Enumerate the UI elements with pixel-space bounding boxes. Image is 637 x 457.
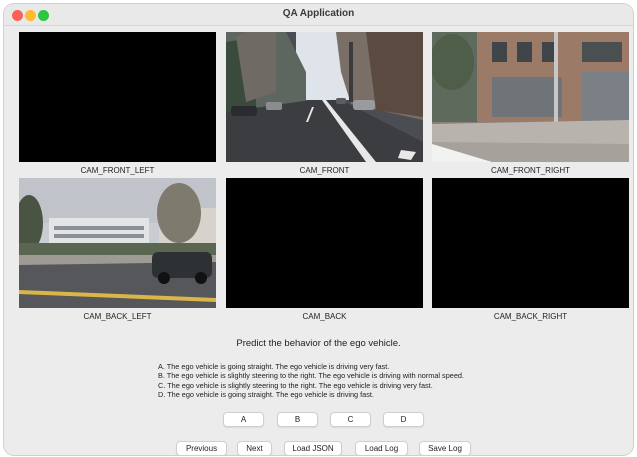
option-b-text: B. The ego vehicle is slightly steering …: [158, 371, 464, 381]
answer-c-button[interactable]: C: [330, 412, 371, 427]
next-button[interactable]: Next: [237, 441, 272, 455]
app-window: QA Application CAM_FRONT_LEFT CAM_FRONT: [4, 4, 633, 455]
cam-back-right-label: CAM_BACK_RIGHT: [493, 312, 568, 321]
cam-back-left-image: [19, 178, 216, 308]
option-c-text: C. The ego vehicle is slightly steering …: [158, 380, 433, 390]
cam-front-left-label: CAM_FRONT_LEFT: [80, 166, 155, 175]
option-a-text: A. The ego vehicle is going straight. Th…: [158, 362, 390, 371]
options-list: A. The ego vehicle is going straight. Th…: [158, 362, 464, 400]
cam-back-image: [226, 178, 423, 308]
cam-front-right-label: CAM_FRONT_RIGHT: [490, 166, 571, 175]
cam-front-label: CAM_FRONT: [299, 166, 350, 175]
cam-back-label: CAM_BACK: [302, 312, 347, 321]
answer-a-button[interactable]: A: [223, 412, 264, 427]
cam-front-left-image: [19, 32, 216, 162]
window-title: QA Application: [282, 8, 355, 19]
cam-front-right-image: [432, 32, 629, 162]
cam-front-image: [226, 32, 423, 162]
cam-back-left-label: CAM_BACK_LEFT: [83, 312, 152, 321]
load-json-button[interactable]: Load JSON: [284, 441, 342, 455]
question-text: Predict the behavior of the ego vehicle.: [236, 338, 401, 349]
answer-b-button[interactable]: B: [277, 412, 318, 427]
cam-back-right-image: [432, 178, 629, 308]
load-log-button[interactable]: Load Log: [355, 441, 408, 455]
save-log-button[interactable]: Save Log: [419, 441, 471, 455]
option-d-text: D. The ego vehicle is going straight. Th…: [158, 390, 374, 400]
title-bar: QA Application: [4, 4, 633, 26]
previous-button[interactable]: Previous: [176, 441, 227, 455]
answer-d-button[interactable]: D: [383, 412, 424, 427]
